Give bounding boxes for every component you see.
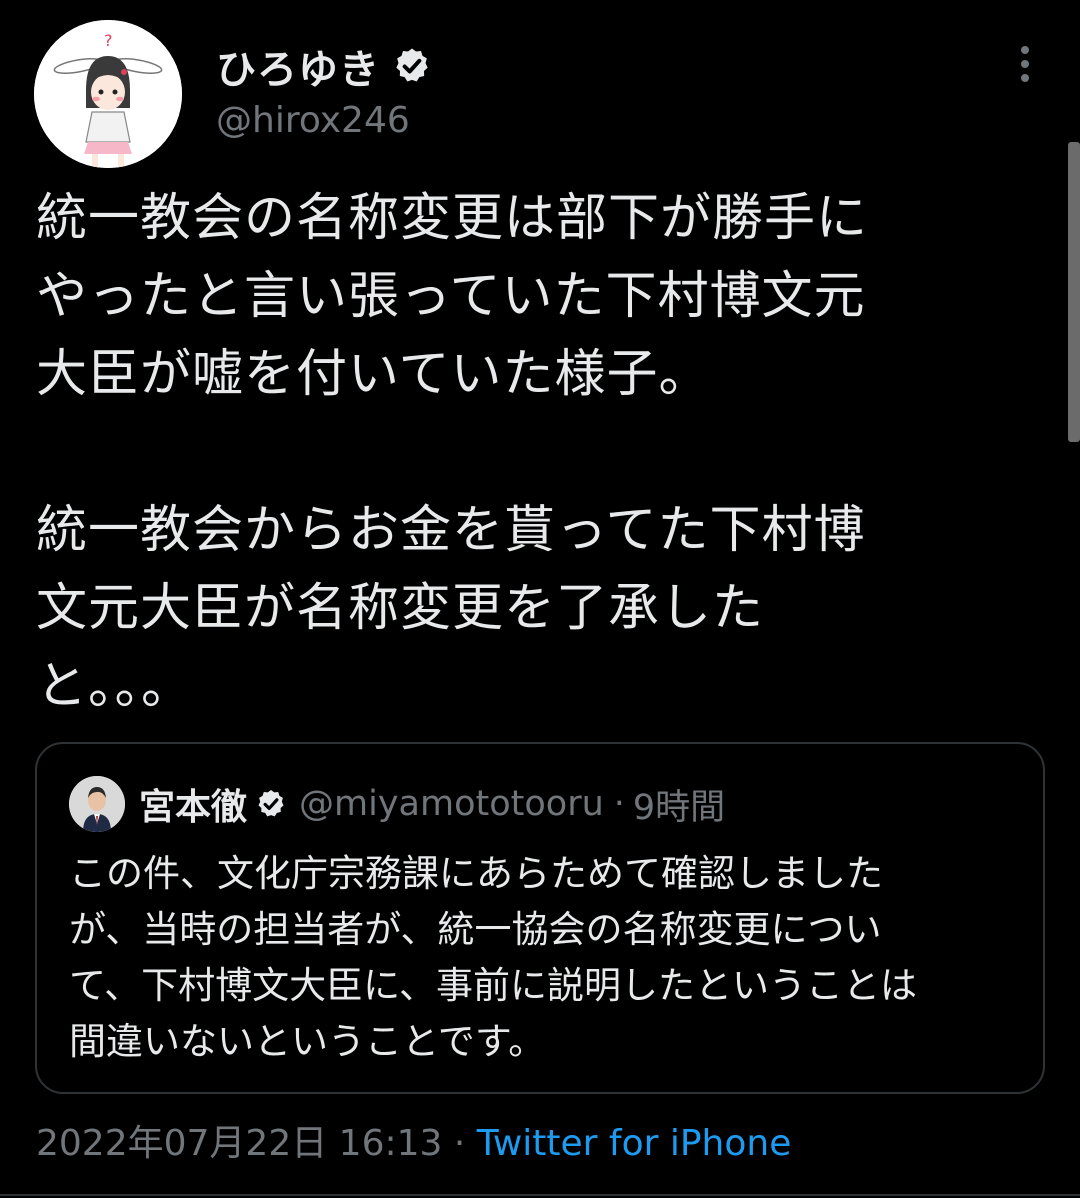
tweet-detail: ? ひろゆき @hirox246 統一教会の名称変更は部下が勝手に やったと言い… xyxy=(0,0,1080,1198)
quoted-author-avatar[interactable] xyxy=(69,776,125,832)
divider xyxy=(0,1194,1080,1196)
verified-badge-icon xyxy=(258,790,284,817)
quoted-tweet-text: この件、文化庁宗務課にあらためて確認しました が、当時の担当者が、統一協会の名称… xyxy=(69,852,918,1063)
scrollbar[interactable] xyxy=(1068,142,1080,442)
author-display-name[interactable]: ひろゆき xyxy=(216,37,380,95)
author-avatar[interactable]: ? xyxy=(34,20,182,168)
tweet-source-link[interactable]: Twitter for iPhone xyxy=(477,1123,792,1164)
quoted-tweet-header: 宮本徹 @miyamototooru · 9時間 xyxy=(69,774,725,834)
quoted-tweet-card[interactable]: 宮本徹 @miyamototooru · 9時間 この件、文化庁宗務課にあらため… xyxy=(35,742,1045,1094)
avatar-portrait-icon xyxy=(69,776,125,832)
author-name-row: ひろゆき xyxy=(216,38,432,94)
avatar-bunny-girl-icon: ? xyxy=(34,20,182,168)
quoted-tweet-time: 9時間 xyxy=(632,787,726,828)
svg-text:?: ? xyxy=(104,31,113,50)
quoted-author-name: 宮本徹 xyxy=(139,787,248,828)
author-handle[interactable]: @hirox246 xyxy=(216,100,410,141)
more-options-icon[interactable] xyxy=(1008,42,1042,86)
tweet-meta: 2022年07月22日 16:13 · Twitter for iPhone xyxy=(36,1114,791,1166)
quoted-meta-separator: · xyxy=(613,784,625,824)
meta-separator: · xyxy=(453,1123,466,1164)
quoted-author-handle: @miyamototooru xyxy=(299,784,604,824)
tweet-timestamp[interactable]: 2022年07月22日 16:13 xyxy=(36,1123,442,1164)
verified-badge-icon xyxy=(396,48,428,82)
tweet-text: 統一教会の名称変更は部下が勝手に やったと言い張っていた下村博文元 大臣が嘘を付… xyxy=(36,189,869,716)
